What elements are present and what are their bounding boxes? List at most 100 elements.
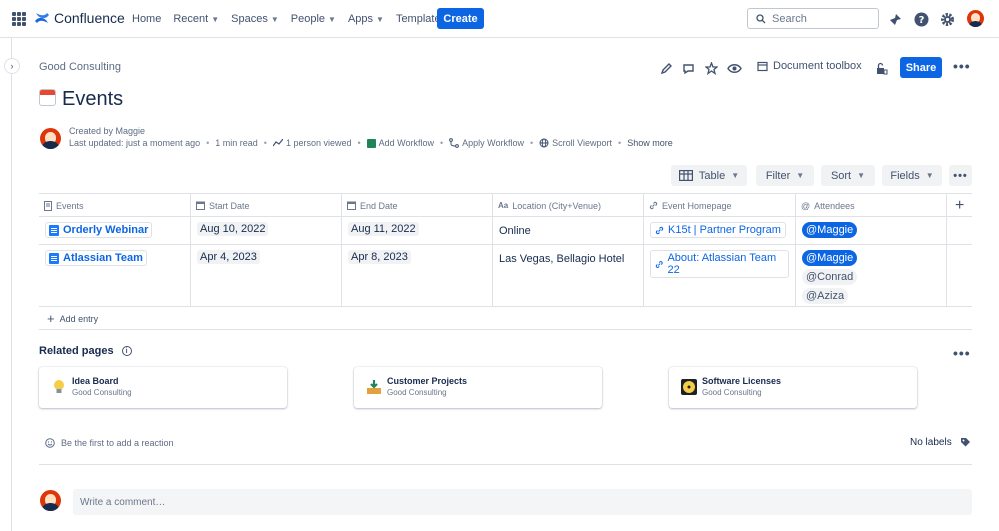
- link-icon: [655, 260, 663, 268]
- text-field-icon: Aa: [498, 201, 509, 210]
- event-page-link[interactable]: Atlassian Team: [45, 250, 147, 266]
- page-icon: [49, 224, 59, 236]
- edit-pencil-icon[interactable]: [658, 60, 674, 76]
- comment-input[interactable]: Write a comment…: [73, 489, 972, 515]
- document-toolbox-button[interactable]: Document toolbox: [757, 60, 862, 72]
- info-icon[interactable]: i: [121, 346, 132, 356]
- column-header-homepage[interactable]: Event Homepage: [644, 194, 796, 217]
- page-analytics-button[interactable]: 1 person viewed: [272, 138, 351, 148]
- chevron-down-icon: ▼: [731, 171, 740, 180]
- sidebar-rail: [0, 38, 12, 531]
- table-header-row: Events Start Date End Date Aa Location (…: [39, 194, 972, 217]
- search-icon: [756, 13, 766, 23]
- create-button[interactable]: Create: [437, 8, 484, 29]
- column-header-events[interactable]: Events: [39, 194, 191, 217]
- confluence-logo[interactable]: Confluence: [34, 10, 125, 26]
- divider: [39, 329, 972, 330]
- share-button[interactable]: Share: [900, 57, 942, 78]
- svg-text:?: ?: [918, 15, 924, 26]
- last-updated: Last updated: just a moment ago: [69, 138, 201, 148]
- event-page-link[interactable]: Orderly Webinar: [45, 222, 153, 238]
- page-field-icon: [44, 200, 52, 211]
- show-more-link[interactable]: Show more: [627, 138, 673, 148]
- mention-at-icon: @: [801, 200, 811, 211]
- chevron-down-icon: ▼: [376, 14, 384, 24]
- profile-avatar[interactable]: [967, 10, 984, 27]
- location-cell[interactable]: Online: [493, 217, 644, 244]
- attendee-mention[interactable]: @Aziza: [802, 288, 849, 304]
- nav-apps[interactable]: Apps ▼: [348, 13, 384, 25]
- chevron-down-icon: ▼: [211, 14, 220, 24]
- start-date-chip[interactable]: Aug 10, 2022: [197, 222, 269, 236]
- nav-home[interactable]: Home: [132, 13, 161, 25]
- chevron-down-icon: ▼: [925, 171, 934, 180]
- column-header-start-date[interactable]: Start Date: [191, 194, 342, 217]
- apply-workflow-button[interactable]: Apply Workflow: [449, 138, 524, 148]
- database-more-icon[interactable]: •••: [949, 165, 972, 186]
- star-icon[interactable]: [703, 60, 719, 76]
- settings-gear-icon[interactable]: [939, 11, 955, 27]
- restrictions-lock-icon[interactable]: [873, 60, 889, 76]
- column-header-attendees[interactable]: @ Attendees: [796, 194, 947, 217]
- nav-spaces[interactable]: Spaces ▼: [231, 13, 279, 25]
- homepage-link[interactable]: K15t | Partner Program: [650, 222, 786, 238]
- app-name: Confluence: [54, 10, 125, 26]
- plus-icon: +: [47, 311, 55, 326]
- comment-icon[interactable]: [680, 60, 696, 76]
- column-header-end-date[interactable]: End Date: [342, 194, 493, 217]
- document-toolbox-icon: [757, 61, 768, 71]
- expand-sidebar-chevron-icon[interactable]: ›: [4, 58, 20, 74]
- filter-button[interactable]: Filter ▼: [756, 165, 814, 186]
- link-icon: [655, 226, 664, 234]
- help-icon[interactable]: ?: [913, 11, 929, 27]
- labels-section: No labels: [910, 437, 971, 448]
- related-page-card[interactable]: Customer Projects Good Consulting: [354, 367, 602, 408]
- author-avatar[interactable]: [40, 128, 61, 149]
- nav-recent[interactable]: Recent ▼: [173, 13, 219, 25]
- watch-eye-icon[interactable]: [726, 60, 742, 76]
- add-reaction-button[interactable]: Be the first to add a reaction: [45, 438, 174, 448]
- more-actions-icon[interactable]: •••: [953, 58, 971, 74]
- link-icon: [649, 201, 658, 210]
- breadcrumb[interactable]: Good Consulting: [39, 61, 121, 73]
- homepage-link[interactable]: About: Atlassian Team 22: [650, 250, 789, 278]
- view-table-button[interactable]: Table ▼: [671, 165, 747, 186]
- chevron-down-icon: ▼: [857, 171, 866, 180]
- add-entry-button[interactable]: + Add entry: [47, 311, 98, 326]
- related-pages-heading: Related pages i: [39, 345, 132, 357]
- add-column-plus-icon[interactable]: +: [955, 197, 964, 215]
- analytics-chart-icon: [272, 139, 283, 147]
- emoji-smile-icon: [45, 438, 55, 448]
- top-navigation-bar: Confluence Home Recent ▼ Spaces ▼ People ▼ …: [0, 0, 999, 38]
- chevron-down-icon: ▼: [328, 14, 336, 24]
- end-date-chip[interactable]: Apr 8, 2023: [348, 250, 411, 264]
- main-nav: Home Recent ▼ Spaces ▼ People ▼ Apps ▼ Templ…: [132, 0, 446, 38]
- attendee-mention[interactable]: @Maggie: [802, 222, 858, 238]
- attendee-mention[interactable]: @Conrad: [802, 269, 858, 285]
- nav-people[interactable]: People ▼: [291, 13, 336, 25]
- related-page-card[interactable]: Software Licenses Good Consulting: [669, 367, 917, 408]
- table-icon: [678, 170, 693, 181]
- attendee-mention[interactable]: @Maggie: [802, 250, 858, 266]
- page-title: Events: [62, 88, 124, 110]
- related-more-icon[interactable]: •••: [953, 345, 971, 361]
- column-header-location[interactable]: Aa Location (City+Venue): [493, 194, 644, 217]
- read-time: 1 min read: [215, 138, 258, 148]
- calendar-icon: [347, 201, 356, 210]
- notifications-icon[interactable]: [887, 11, 903, 27]
- add-workflow-button[interactable]: Add Workflow: [366, 138, 434, 148]
- search-input[interactable]: Search: [747, 8, 879, 29]
- sort-button[interactable]: Sort ▼: [821, 165, 875, 186]
- app-switcher-icon[interactable]: [12, 12, 26, 26]
- chevron-down-icon: ▼: [270, 14, 279, 24]
- calendar-icon: [196, 201, 205, 210]
- search-placeholder: Search: [772, 12, 807, 25]
- related-page-card[interactable]: Idea Board Good Consulting: [39, 367, 287, 408]
- fields-button[interactable]: Fields ▼: [882, 165, 942, 186]
- scroll-viewport-button[interactable]: Scroll Viewport: [539, 138, 612, 148]
- start-date-chip[interactable]: Apr 4, 2023: [197, 250, 260, 264]
- location-cell[interactable]: Las Vegas, Bellagio Hotel: [493, 245, 644, 306]
- inbox-download-icon: [366, 379, 382, 395]
- end-date-chip[interactable]: Aug 11, 2022: [348, 222, 419, 236]
- tag-icon[interactable]: [960, 437, 971, 448]
